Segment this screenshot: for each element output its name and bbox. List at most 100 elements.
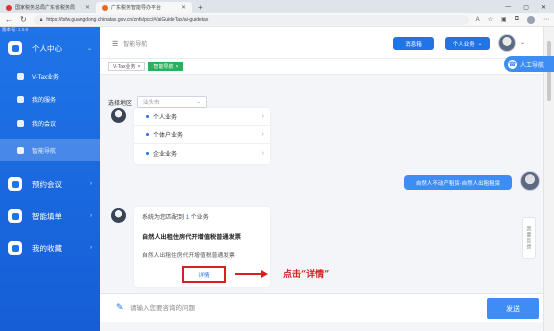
reload-icon[interactable]: ↻ bbox=[20, 15, 27, 24]
business-options-card: 个人业务 › 个体户业务 › 企业业务 › bbox=[134, 108, 270, 164]
region-label: 选择地区 bbox=[108, 100, 133, 107]
split-screen-icon[interactable]: ▣ bbox=[501, 16, 507, 23]
option-personal-business[interactable]: 个人业务 › bbox=[134, 108, 270, 126]
chevron-right-icon: › bbox=[90, 245, 92, 251]
option-label: 个人业务 bbox=[153, 115, 178, 121]
details-label: 详情 bbox=[198, 272, 210, 279]
message-box-button[interactable]: 消息箱 bbox=[393, 37, 434, 50]
chevron-right-icon: › bbox=[261, 113, 264, 120]
sidebar-item-smart-guide[interactable]: 智能导航 bbox=[0, 139, 100, 161]
calendar-icon bbox=[8, 177, 22, 191]
message-box-label: 消息箱 bbox=[405, 41, 422, 48]
browser-tools: A ☆ ▣ ⧉ ⋯ bbox=[476, 15, 549, 24]
minimize-icon[interactable]: — bbox=[505, 4, 511, 11]
chevron-down-icon: ⌄ bbox=[86, 45, 92, 52]
sidebar-item-label: 我的会议 bbox=[32, 121, 57, 128]
sidebar-item-my-services[interactable]: 我的服务 bbox=[0, 89, 100, 109]
profile-icon[interactable] bbox=[527, 15, 535, 24]
chevron-down-icon[interactable]: ⌄ bbox=[520, 39, 525, 46]
vtax-icon bbox=[17, 72, 24, 80]
maximize-icon[interactable]: ▢ bbox=[523, 4, 529, 11]
header: ☰ 智能导航 消息箱 个人业务 ⌄ ⌄ bbox=[100, 27, 554, 59]
personal-business-button[interactable]: 个人业务 ⌄ bbox=[445, 37, 490, 50]
breadcrumb-label: 智能导航 bbox=[123, 42, 148, 48]
tab-close-icon[interactable]: ✕ bbox=[181, 4, 186, 11]
more-menu-icon[interactable]: ⋯ bbox=[543, 16, 549, 23]
tab-chip-smart-guide[interactable]: 智能导航 × bbox=[148, 62, 184, 71]
pen-icon: ✎ bbox=[116, 302, 124, 312]
human-guide-label: 人工导航 bbox=[520, 62, 545, 69]
chevron-right-icon: › bbox=[261, 149, 264, 157]
close-window-icon[interactable]: ✕ bbox=[541, 4, 546, 11]
browser-tab[interactable]: 国家税务总局广东省税务局 ✕ bbox=[0, 2, 96, 13]
person-icon bbox=[8, 41, 22, 55]
option-label: 企业业务 bbox=[153, 151, 178, 158]
address-bar: ← ↻ 🔒︎ https://tsfw.guangdong.chinatax.g… bbox=[0, 13, 554, 27]
region-select[interactable]: 汕头市 ⌄ bbox=[137, 96, 208, 108]
window-controls: — ▢ ✕ bbox=[497, 4, 554, 13]
sidebar-item-label: V-Tax业务 bbox=[32, 74, 60, 81]
url-field[interactable]: 🔒︎ https://tsfw.guangdong.chinatax.gov.c… bbox=[33, 14, 469, 25]
favorite-star-icon[interactable]: ☆ bbox=[488, 16, 493, 23]
region-selector: 选择地区 汕头市 ⌄ bbox=[108, 96, 208, 108]
option-label: 个体户业务 bbox=[153, 133, 184, 139]
sidebar-item-favorites[interactable]: 我的收藏 › bbox=[0, 237, 100, 259]
sidebar-item-my-meetings[interactable]: 我的会议 bbox=[0, 113, 100, 133]
chevron-right-icon: › bbox=[90, 181, 92, 187]
close-icon[interactable]: × bbox=[138, 64, 141, 70]
collections-icon[interactable]: ⧉ bbox=[515, 16, 519, 23]
bullet-icon bbox=[146, 133, 149, 136]
form-icon bbox=[8, 209, 22, 223]
page-scrollbar[interactable] bbox=[543, 27, 554, 331]
annotation-arrow-icon bbox=[261, 270, 268, 278]
chat-input-bar: ✎ 发送 bbox=[100, 293, 543, 322]
guide-favicon-icon bbox=[102, 4, 108, 11]
answer-title: 自然人出租住房代开增值税普通发票 bbox=[142, 234, 241, 241]
read-aloud-icon[interactable]: A bbox=[476, 17, 480, 23]
sidebar-item-label: 个人中心 bbox=[32, 43, 62, 53]
chevron-down-icon: ⌄ bbox=[196, 99, 202, 105]
avatar[interactable] bbox=[498, 34, 516, 52]
back-icon[interactable]: ← bbox=[5, 15, 13, 24]
guide-icon bbox=[17, 146, 24, 154]
match-summary: 系统为您匹配到 1 个业务 bbox=[142, 212, 209, 221]
tax-bureau-favicon-icon bbox=[6, 4, 12, 11]
tab-chip-vtax[interactable]: V-Tax业务 × bbox=[108, 62, 146, 71]
main-content: ☰ 智能导航 消息箱 个人业务 ⌄ ⌄ ☎ 人工导航 V-Tax业务 × 智能导… bbox=[100, 27, 554, 331]
favorites-icon bbox=[8, 241, 22, 255]
tab-title: 国家税务总局广东省税务局 bbox=[15, 5, 76, 11]
sidebar-item-vtax[interactable]: V-Tax业务 bbox=[0, 66, 100, 86]
chevron-right-icon: › bbox=[261, 131, 264, 138]
sidebar-item-personal-center[interactable]: 个人中心 ⌄ bbox=[0, 37, 100, 59]
lock-icon: 🔒︎ bbox=[39, 16, 43, 23]
sidebar-item-label: 我的收藏 bbox=[32, 243, 62, 253]
sidebar-item-smart-form[interactable]: 智能填单 › bbox=[0, 205, 100, 227]
match-prefix: 系统为您匹配到 bbox=[142, 215, 185, 221]
bullet-icon bbox=[146, 151, 149, 155]
sidebar-item-appointment[interactable]: 预约会议 › bbox=[0, 173, 100, 195]
breadcrumb: ☰ 智能导航 bbox=[112, 39, 148, 49]
feedback-tab[interactable]: 我要反馈 bbox=[522, 217, 536, 259]
region-value: 汕头市 bbox=[143, 100, 160, 106]
tab-close-icon[interactable]: ✕ bbox=[85, 4, 90, 11]
answer-item-link[interactable]: 自然人出租住房代开增值税普通发票 bbox=[142, 250, 235, 259]
chip-label: 智能导航 bbox=[153, 64, 174, 70]
details-button[interactable]: 详情 bbox=[182, 266, 226, 283]
option-individual-business[interactable]: 个体户业务 › bbox=[134, 126, 270, 144]
human-guide-button[interactable]: ☎ 人工导航 bbox=[504, 56, 554, 72]
browser-tab-active[interactable]: 广东税务智能导办平台 ✕ bbox=[96, 2, 192, 13]
question-input[interactable] bbox=[130, 301, 460, 315]
new-tab-icon[interactable]: + bbox=[198, 3, 203, 12]
personal-business-label: 个人业务 bbox=[452, 41, 475, 48]
bullet-icon bbox=[146, 115, 149, 118]
user-message-text: 自然人不动产租赁-自然人出租租赁 bbox=[415, 180, 501, 187]
annotation-arrow-line bbox=[235, 273, 263, 275]
sidebar-item-label: 智能填单 bbox=[32, 211, 62, 221]
menu-toggle-icon[interactable]: ☰ bbox=[112, 40, 118, 48]
meeting-icon bbox=[17, 119, 24, 127]
close-icon[interactable]: × bbox=[175, 64, 178, 70]
match-suffix: 个业务 bbox=[190, 215, 209, 221]
send-button[interactable]: 发送 bbox=[487, 298, 539, 319]
option-enterprise-business[interactable]: 企业业务 › bbox=[134, 144, 270, 162]
sidebar-item-label: 我的服务 bbox=[32, 97, 57, 104]
